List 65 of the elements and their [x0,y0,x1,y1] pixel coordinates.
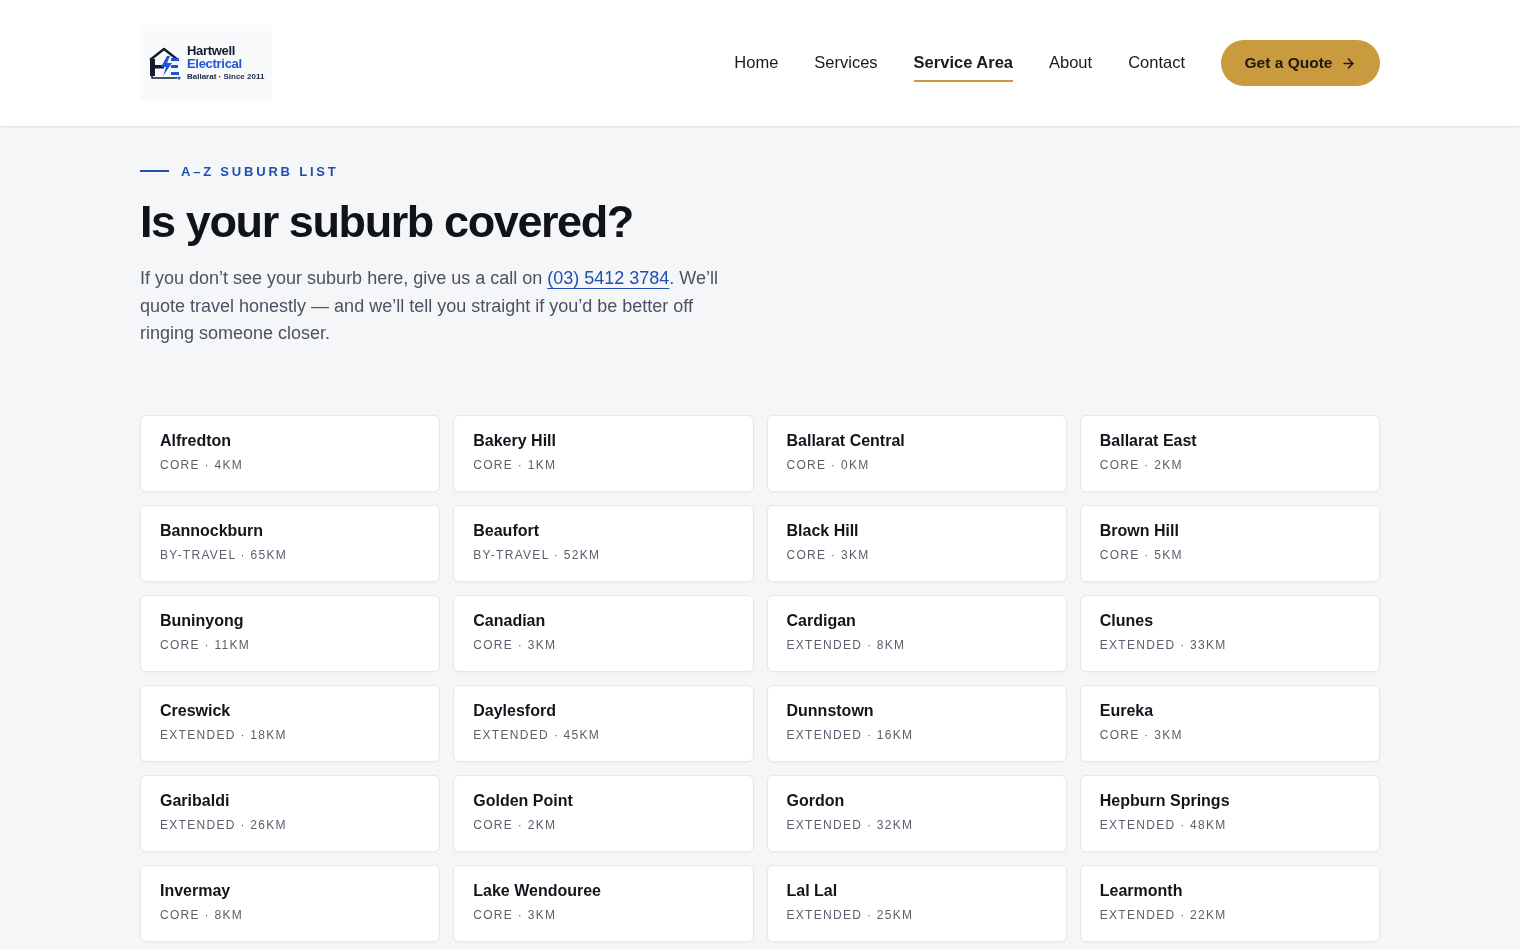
suburb-zone-distance: CORE · 3KM [473,636,557,653]
logo-name: Hartwell [187,44,236,57]
suburb-name: Bakery Hill [473,430,556,451]
suburb-zone-distance: CORE · 11KM [160,636,251,653]
section-eyebrow: A–Z SUBURB LIST [181,163,339,179]
suburb-zone-distance: CORE · 2KM [473,816,557,833]
nav-link[interactable]: Service Area [913,44,1013,82]
suburb-zone-distance: EXTENDED · 48KM [1099,816,1227,833]
suburb-zone-distance: BY-TRAVEL · 65KM [160,546,288,563]
suburb-name: Lake Wendouree [473,880,601,901]
suburb-zone-distance: EXTENDED · 26KM [160,816,287,833]
suburb-name: Eureka [1099,700,1154,721]
suburb-zone-distance: CORE · 1KM [473,456,557,473]
suburb-name: Clunes [1099,610,1154,631]
suburb-name: Black Hill [786,520,859,541]
company-logo[interactable]: Hartwell Electrical Ballarat · Since 2011 [140,25,272,101]
suburb-zone-distance: EXTENDED · 32KM [786,816,914,833]
suburb-zone-distance: EXTENDED · 22KM [1099,906,1227,923]
phone-link[interactable]: (03) 5412 3784 [547,268,670,288]
suburb-name: Creswick [160,700,231,721]
suburb-name: Bannockburn [160,520,264,541]
suburb-zone-distance: CORE · 0KM [786,456,870,473]
suburb-name: Garibaldi [160,790,230,811]
nav-link[interactable]: Services [814,44,878,82]
suburb-name: Beaufort [473,520,540,541]
suburb-zone-distance: CORE · 3KM [786,546,870,563]
suburb-name: Buninyong [160,610,244,631]
suburb-zone-distance: CORE · 8KM [160,906,243,923]
suburb-zone-distance: CORE · 4KM [160,456,243,473]
suburb-name: Canadian [473,610,546,631]
logo-subname: Electrical [187,57,242,70]
suburb-zone-distance: EXTENDED · 25KM [786,906,914,923]
page-heading: Is your suburb covered? [140,197,633,247]
nav-link[interactable]: Contact [1128,44,1185,82]
suburb-zone-distance: CORE · 5KM [1099,546,1183,563]
suburb-name: Learmonth [1099,880,1183,901]
suburb-name: Golden Point [473,790,573,811]
suburb-name: Brown Hill [1099,520,1179,541]
nav-link[interactable]: About [1049,44,1093,82]
intro-paragraph: If you don’t see your suburb here, give us a call on (03) 5412 3784. We’ll quote travel honestly — and we’ll tell you straight if you’d be better off ringing someone closer. [140,267,720,345]
suburb-name: Ballarat Central [786,430,905,451]
suburb-zone-distance: EXTENDED · 8KM [786,636,906,653]
suburb-name: Invermay [160,880,231,901]
suburb-name: Dunnstown [786,700,874,721]
suburb-name: Cardigan [786,610,856,631]
suburb-zone-distance: EXTENDED · 16KM [786,726,914,743]
suburb-zone-distance: EXTENDED · 18KM [160,726,287,743]
suburb-name: Gordon [786,790,845,811]
suburb-zone-distance: CORE · 3KM [473,906,557,923]
suburb-zone-distance: CORE · 3KM [1099,726,1183,743]
suburb-zone-distance: BY-TRAVEL · 52KM [473,546,601,563]
suburb-zone-distance: EXTENDED · 33KM [1099,636,1227,653]
suburb-name: Lal Lal [786,880,838,901]
suburb-name: Ballarat East [1099,430,1197,451]
eyebrow-rule [140,170,169,172]
house-bolt-logo-icon [147,46,183,80]
logo-tagline: Ballarat · Since 2011 [187,72,265,82]
suburb-name: Alfredton [160,430,232,451]
suburb-zone-distance: EXTENDED · 45KM [473,726,601,743]
suburb-name: Hepburn Springs [1099,790,1230,811]
get-quote-button[interactable]: Get a Quote [1221,40,1380,86]
arrow-right-icon [1341,55,1357,71]
suburb-zone-distance: CORE · 2KM [1099,456,1183,473]
suburb-name: Daylesford [473,700,556,721]
nav-link[interactable]: Home [734,44,779,82]
